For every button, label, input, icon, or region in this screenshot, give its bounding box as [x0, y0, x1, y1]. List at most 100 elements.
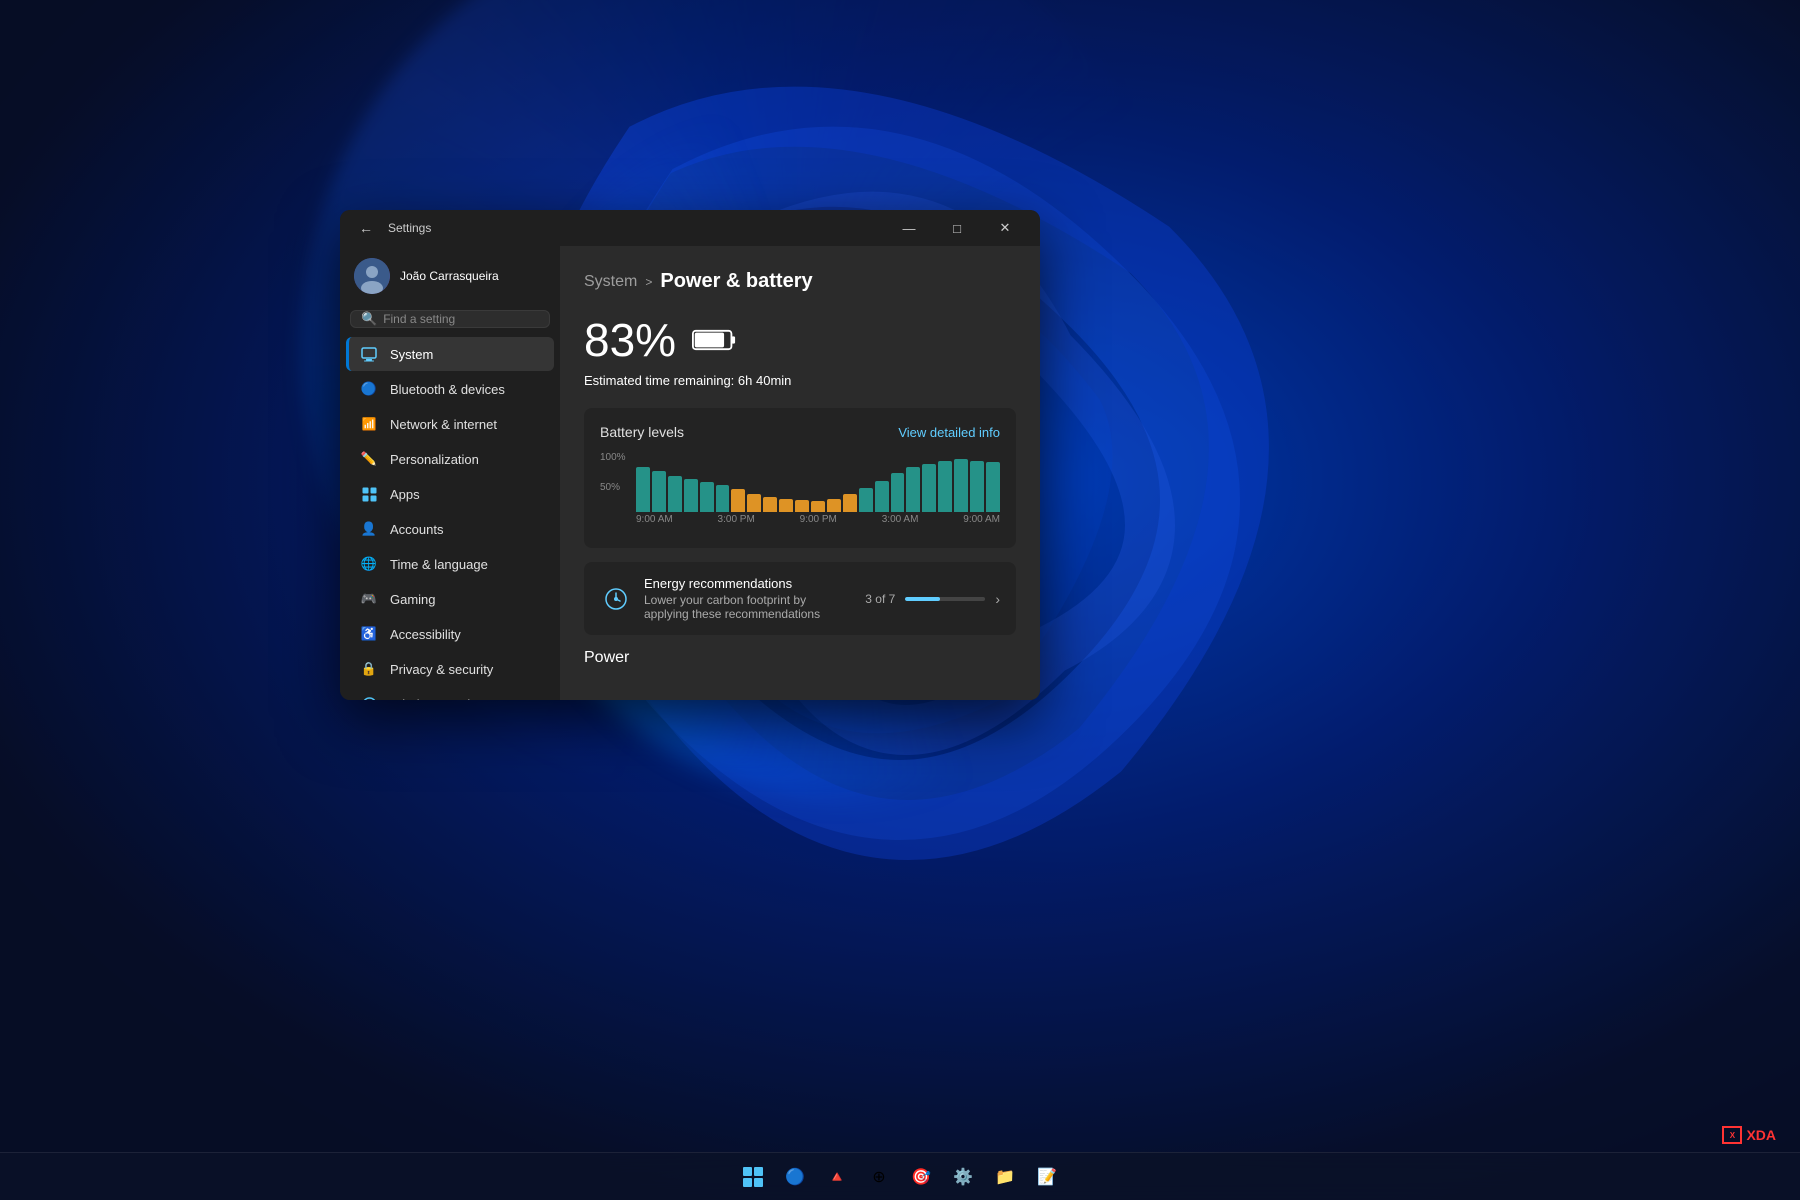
taskbar-search[interactable]: 🔵: [777, 1159, 813, 1195]
sidebar-item-label-bluetooth: Bluetooth & devices: [390, 382, 505, 397]
personalization-icon: ✏️: [360, 450, 378, 468]
system-icon: [360, 345, 378, 363]
battery-time-value: 6h 40min: [738, 373, 791, 388]
chart-bar: [843, 494, 857, 512]
battery-percent: 83%: [584, 313, 676, 367]
chart-bar: [636, 467, 650, 512]
chart-bar: [906, 467, 920, 512]
energy-progress-bar: [905, 597, 985, 601]
battery-icon: [692, 328, 736, 352]
search-icon: 🔍: [361, 311, 377, 327]
taskbar-files[interactable]: 📁: [987, 1159, 1023, 1195]
energy-card[interactable]: Energy recommendations Lower your carbon…: [584, 562, 1016, 635]
breadcrumb-parent: System: [584, 273, 637, 291]
sidebar-item-label-system: System: [390, 347, 433, 362]
accounts-icon: 👤: [360, 520, 378, 538]
energy-count: 3 of 7: [865, 592, 895, 606]
chart-y-50: 50%: [600, 482, 636, 493]
sidebar-item-label-network: Network & internet: [390, 417, 497, 432]
main-content: System > Power & battery 83% Estimated t…: [560, 246, 1040, 700]
sidebar-item-label-update: Windows Update: [390, 697, 488, 701]
chart-bar: [731, 489, 745, 512]
privacy-icon: 🔒: [360, 660, 378, 678]
chart-bar: [811, 501, 825, 512]
taskbar-browser[interactable]: 🔺: [819, 1159, 855, 1195]
energy-title: Energy recommendations: [644, 576, 853, 591]
sidebar-item-time[interactable]: 🌐 Time & language: [346, 547, 554, 581]
sidebar-item-gaming[interactable]: 🎮 Gaming: [346, 582, 554, 616]
sidebar-item-apps[interactable]: Apps: [346, 477, 554, 511]
sidebar-nav: System 🔵 Bluetooth & devices 📶 Network &…: [340, 336, 560, 700]
chart-section: Battery levels View detailed info 100% 5…: [584, 408, 1016, 548]
search-box[interactable]: 🔍: [350, 310, 550, 328]
taskbar-calendar[interactable]: ⊕: [861, 1159, 897, 1195]
view-detailed-link[interactable]: View detailed info: [898, 425, 1000, 440]
chart-bar: [700, 482, 714, 512]
back-button[interactable]: ←: [352, 214, 380, 242]
time-icon: 🌐: [360, 555, 378, 573]
battery-icon-wrapper: [692, 328, 736, 352]
breadcrumb: System > Power & battery: [584, 270, 1016, 293]
chart-bar: [954, 459, 968, 512]
sidebar-item-privacy[interactable]: 🔒 Privacy & security: [346, 652, 554, 686]
taskbar-start[interactable]: [735, 1159, 771, 1195]
chart-bar: [763, 497, 777, 512]
sidebar-item-system[interactable]: System: [346, 337, 554, 371]
sidebar-item-label-accessibility: Accessibility: [390, 627, 461, 642]
sidebar: João Carrasqueira 🔍 System 🔵 Bluetooth &…: [340, 246, 560, 700]
breadcrumb-arrow: >: [645, 275, 652, 289]
chart-area: 100% 50% 9:00 AM 3:00 PM 9:00 PM 3:00 AM…: [600, 452, 1000, 532]
energy-chevron-icon: ›: [995, 591, 1000, 607]
sidebar-item-accessibility[interactable]: ♿ Accessibility: [346, 617, 554, 651]
update-icon: [360, 695, 378, 700]
breadcrumb-current: Power & battery: [660, 270, 812, 293]
taskbar-settings-task[interactable]: ⚙️: [945, 1159, 981, 1195]
battery-time: Estimated time remaining: 6h 40min: [584, 373, 1016, 388]
sidebar-item-personalization[interactable]: ✏️ Personalization: [346, 442, 554, 476]
chart-x-3am: 3:00 AM: [882, 514, 919, 532]
chart-bar: [795, 500, 809, 512]
taskbar-mail[interactable]: 🎯: [903, 1159, 939, 1195]
chart-bar: [970, 461, 984, 512]
chart-x-9pm: 9:00 PM: [800, 514, 837, 532]
sidebar-item-label-apps: Apps: [390, 487, 420, 502]
energy-desc: Lower your carbon footprint by applying …: [644, 593, 853, 621]
close-button[interactable]: ✕: [982, 212, 1028, 244]
sidebar-item-label-accounts: Accounts: [390, 522, 443, 537]
chart-bar: [859, 488, 873, 512]
chart-y-labels: 100% 50%: [600, 452, 636, 512]
avatar-image: [354, 258, 390, 294]
settings-window: ← Settings — □ ✕ João Carrasqueira: [340, 210, 1040, 700]
sidebar-item-label-personalization: Personalization: [390, 452, 479, 467]
chart-bar: [827, 499, 841, 512]
chart-x-9am2: 9:00 AM: [963, 514, 1000, 532]
sidebar-item-label-time: Time & language: [390, 557, 488, 572]
search-input[interactable]: [383, 312, 539, 326]
window-body: João Carrasqueira 🔍 System 🔵 Bluetooth &…: [340, 246, 1040, 700]
xda-text: XDA: [1746, 1127, 1776, 1143]
chart-bar: [668, 476, 682, 512]
sidebar-item-network[interactable]: 📶 Network & internet: [346, 407, 554, 441]
xda-logo: X XDA: [1722, 1126, 1776, 1144]
sidebar-item-label-gaming: Gaming: [390, 592, 436, 607]
energy-text: Energy recommendations Lower your carbon…: [644, 576, 853, 621]
sidebar-item-accounts[interactable]: 👤 Accounts: [346, 512, 554, 546]
taskbar: 🔵 🔺 ⊕ 🎯 ⚙️ 📁 📝: [0, 1152, 1800, 1200]
chart-bar: [875, 481, 889, 512]
chart-x-3pm: 3:00 PM: [718, 514, 755, 532]
minimize-button[interactable]: —: [886, 212, 932, 244]
avatar: [354, 258, 390, 294]
chart-x-9am: 9:00 AM: [636, 514, 673, 532]
maximize-button[interactable]: □: [934, 212, 980, 244]
taskbar-notes[interactable]: 📝: [1029, 1159, 1065, 1195]
window-title: Settings: [388, 221, 886, 235]
chart-bar: [891, 473, 905, 512]
sidebar-item-label-privacy: Privacy & security: [390, 662, 493, 677]
chart-bar: [684, 479, 698, 512]
sidebar-item-update[interactable]: Windows Update: [346, 687, 554, 700]
chart-y-100: 100%: [600, 452, 636, 463]
battery-time-label: Estimated time remaining:: [584, 373, 734, 388]
sidebar-item-bluetooth[interactable]: 🔵 Bluetooth & devices: [346, 372, 554, 406]
user-section: João Carrasqueira: [340, 246, 560, 306]
chart-bar: [938, 461, 952, 512]
